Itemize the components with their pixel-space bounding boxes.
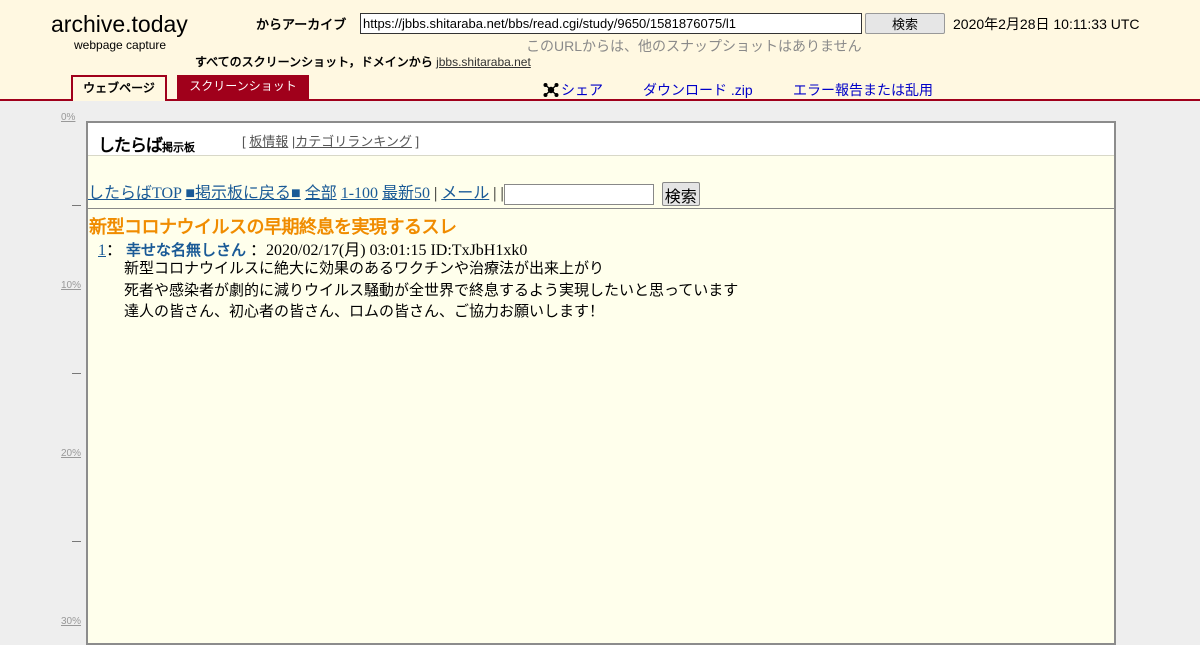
bracket-open: [ bbox=[242, 134, 246, 149]
ruler-label-10[interactable]: 10% bbox=[61, 280, 81, 291]
post-header: 1： 幸せな名無しさん ：2020/02/17(月) 03:01:15 ID:T… bbox=[98, 236, 527, 260]
all-screenshots-line: すべてのスクリーンショット，ドメインから jbbs.shitaraba.net bbox=[195, 53, 531, 70]
board-top-links: [ 板情報 |カテゴリランキング ] bbox=[242, 131, 419, 150]
board-info-link[interactable]: 板情報 bbox=[249, 134, 288, 149]
nav-separator: | bbox=[434, 185, 438, 202]
post-line: 新型コロナウイルスに絶大に効果のあるワクチンや治療法が出来上がり bbox=[124, 259, 605, 277]
shitaraba-logo-small: 掲示板 bbox=[162, 141, 195, 154]
ruler-tick bbox=[72, 205, 81, 206]
post-number-link[interactable]: 1 bbox=[98, 242, 106, 259]
post-meta: ：2020/02/17(月) 03:01:15 ID:TxJbH1xk0 bbox=[250, 242, 528, 259]
ruler-tick bbox=[72, 373, 81, 374]
posts-1-100-link[interactable]: 1-100 bbox=[341, 185, 378, 202]
archive-logo[interactable]: archive.today bbox=[51, 11, 188, 38]
share-icon bbox=[543, 83, 559, 97]
archive-search-button[interactable]: 検索 bbox=[865, 13, 945, 34]
share-label: シェア bbox=[561, 82, 603, 98]
archived-url-input[interactable] bbox=[360, 13, 862, 34]
poster-name: 幸せな名無しさん bbox=[126, 241, 247, 259]
share-link[interactable]: シェア bbox=[543, 80, 603, 100]
thread-nav: したらばTOP ■掲示板に戻る■ 全部 1-100 最新50 | メール | |… bbox=[88, 179, 700, 207]
board-search-input[interactable] bbox=[503, 183, 654, 205]
no-other-snapshots-notice: このURLからは、他のスナップショットはありません bbox=[526, 38, 862, 54]
archive-tagline: webpage capture bbox=[74, 38, 167, 52]
divider bbox=[88, 208, 1114, 209]
post-line: 達人の皆さん、初心者の皆さん、ロムの皆さん、ご協力お願いします！ bbox=[124, 302, 605, 320]
back-to-board-link[interactable]: ■掲示板に戻る■ bbox=[185, 185, 300, 202]
shitaraba-topbar: したらば掲示板 [ 板情報 |カテゴリランキング ] bbox=[88, 123, 1114, 156]
latest-50-link[interactable]: 最新50 bbox=[382, 185, 430, 202]
post-line: 死者や感染者が劇的に減りウイルス騒動が全世界で終息するよう実現したいと思っていま… bbox=[124, 280, 739, 299]
report-link[interactable]: エラー報告または乱用 bbox=[793, 80, 933, 100]
archive-header: archive.today webpage capture からアーカイブ 検索… bbox=[0, 0, 1200, 101]
capture-date: 2020年2月28日 10:11:33 UTC bbox=[953, 16, 1140, 32]
ruler-label-0[interactable]: 0% bbox=[61, 112, 75, 123]
archive-from-label: からアーカイブ bbox=[256, 17, 347, 32]
shitaraba-top-link[interactable]: したらばTOP bbox=[88, 185, 181, 202]
domain-link[interactable]: jbbs.shitaraba.net bbox=[436, 55, 531, 69]
shitaraba-logo[interactable]: したらば掲示板 bbox=[98, 131, 195, 156]
tab-screenshot[interactable]: スクリーンショット bbox=[177, 75, 309, 99]
post-body: 新型コロナウイルスに絶大に効果のあるワクチンや治療法が出来上がり 死者や感染者が… bbox=[124, 258, 738, 323]
bracket-close: ] bbox=[415, 134, 420, 149]
download-zip-link[interactable]: ダウンロード .zip bbox=[643, 80, 753, 100]
post-colon: ： bbox=[106, 242, 123, 259]
mail-link[interactable]: メール bbox=[441, 185, 489, 202]
tab-webpage[interactable]: ウェブページ bbox=[71, 75, 167, 101]
ruler-label-20[interactable]: 20% bbox=[61, 448, 81, 459]
ruler-label-30[interactable]: 30% bbox=[61, 616, 81, 627]
nav-separator: | | bbox=[493, 185, 504, 202]
shitaraba-logo-text: したらば bbox=[98, 136, 163, 156]
board-search-button[interactable]: 検索 bbox=[661, 182, 700, 207]
all-screenshots-label: すべてのスクリーンショット，ドメインから bbox=[195, 55, 433, 69]
category-ranking-link[interactable]: カテゴリランキング bbox=[295, 134, 412, 149]
captured-page-frame: したらば掲示板 [ 板情報 |カテゴリランキング ] したらばTOP ■掲示板に… bbox=[86, 121, 1116, 645]
all-posts-link[interactable]: 全部 bbox=[305, 185, 337, 202]
ruler-tick bbox=[72, 541, 81, 542]
